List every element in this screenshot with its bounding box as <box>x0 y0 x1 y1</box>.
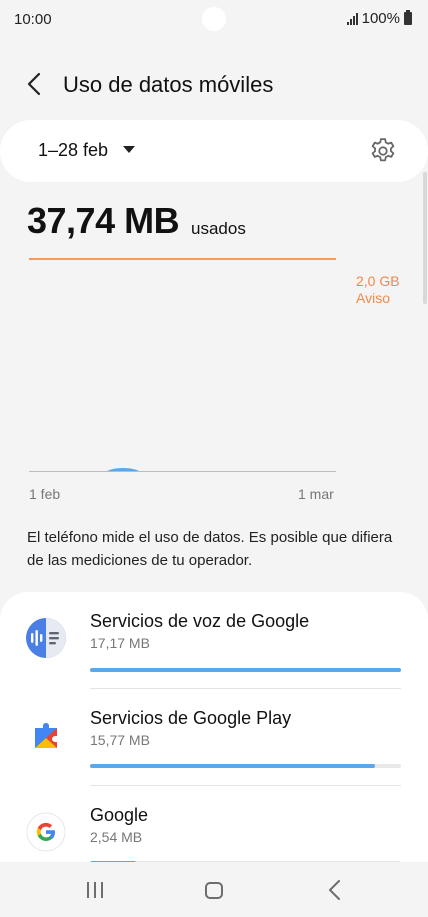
status-bar: 10:00 100% <box>0 0 428 38</box>
app-header: Uso de datos móviles <box>0 62 428 106</box>
usage-total: 37,74 MB <box>27 200 180 241</box>
warning-limit-line <box>29 258 336 260</box>
app-usage: 17,17 MB <box>90 635 150 651</box>
app-usage-bar <box>90 764 401 768</box>
date-range-label[interactable]: 1–28 feb <box>38 140 108 161</box>
app-usage-list: Servicios de voz de Google 17,17 MB Serv… <box>0 592 428 892</box>
usage-area <box>107 468 139 471</box>
x-axis-start-label: 1 feb <box>29 486 61 502</box>
google-play-services-icon <box>35 723 57 748</box>
camera-cutout <box>202 7 226 31</box>
app-usage: 15,77 MB <box>90 732 150 748</box>
google-icon <box>26 812 66 852</box>
app-usage-bar-fill <box>90 764 376 768</box>
status-right: 100% <box>346 10 412 27</box>
app-row-google-voice[interactable]: Servicios de voz de Google 17,17 MB <box>0 592 428 688</box>
recent-apps-icon[interactable] <box>86 882 104 898</box>
app-name: Servicios de Google Play <box>90 708 292 728</box>
page-title: Uso de datos móviles <box>63 72 274 97</box>
gear-icon[interactable] <box>368 136 398 166</box>
app-usage-bar <box>90 668 401 672</box>
usage-chart <box>107 468 139 471</box>
info-text: El teléfono mide el uso de datos. Es pos… <box>27 529 393 569</box>
app-usage-bar-fill <box>90 668 401 672</box>
warning-limit-value: 2,0 GB <box>356 273 400 289</box>
back-icon[interactable] <box>326 880 344 900</box>
battery-percent: 100% <box>361 10 400 27</box>
chevron-left-icon[interactable] <box>24 72 48 96</box>
date-range-selector[interactable]: 1–28 feb <box>0 120 428 182</box>
scrollbar[interactable] <box>423 172 427 304</box>
app-name: Servicios de voz de Google <box>90 611 310 631</box>
app-row-google-play-services[interactable]: Servicios de Google Play 15,77 MB <box>0 689 428 785</box>
google-voice-icon <box>26 618 66 658</box>
x-axis-end-label: 1 mar <box>298 486 334 502</box>
signal-icon <box>346 12 358 25</box>
warning-limit-label: Aviso <box>356 290 390 306</box>
app-usage: 2,54 MB <box>90 829 143 845</box>
status-time: 10:00 <box>14 11 52 28</box>
app-name: Google <box>90 805 149 825</box>
battery-icon <box>404 10 412 25</box>
dropdown-arrow-icon[interactable] <box>123 146 135 153</box>
home-icon[interactable] <box>205 882 223 899</box>
navigation-bar <box>0 862 428 917</box>
usage-unit: usados <box>191 219 246 238</box>
